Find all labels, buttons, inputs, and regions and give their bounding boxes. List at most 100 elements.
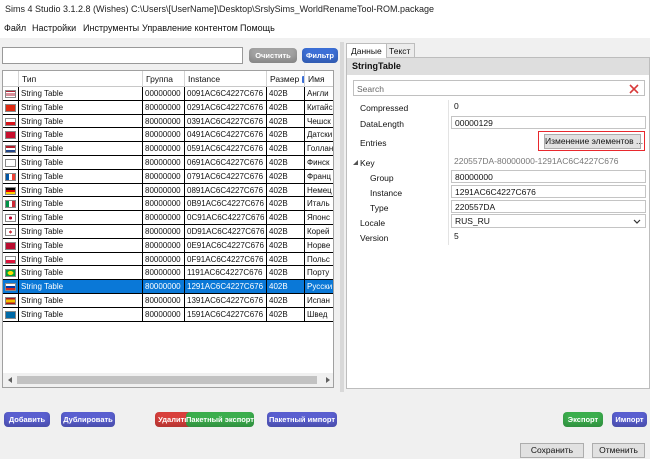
table-row[interactable]: String Table 80000000 1391AC6C4227C676 402B… [3,294,333,308]
flag-cell [3,128,19,143]
table-row[interactable]: String Table 80000000 0691AC6C4227C676 402B… [3,156,333,170]
table-row[interactable]: String Table 80000000 0291AC6C4227C676 402B… [3,100,333,115]
menu-tools[interactable]: Инструменты [83,23,139,33]
version-value[interactable]: 5 [451,230,459,243]
compressed-label: Compressed [360,103,409,113]
edit-entries-button[interactable]: Изменение элементов ... [544,134,643,149]
cell-size: 402B [267,114,305,129]
flag-icon-us [5,90,16,98]
cell-instance: 1591AC6C4227C676 [185,307,267,322]
cell-instance: 0491AC6C4227C676 [185,128,267,143]
flag-cell [3,169,19,184]
table-row[interactable]: String Table 80000000 0391AC6C4227C676 402B… [3,114,333,129]
property-search-input[interactable]: Search [353,80,645,96]
batch-import-button[interactable]: Пакетный импорт [267,412,337,427]
resource-table: Тип Группа Instance Размер Имя String Ta… [2,70,334,388]
cell-instance: 1291AC6C4227C676 [185,280,267,294]
locale-select[interactable]: RUS_RU [451,214,646,228]
version-label: Version [360,233,389,243]
menu-content-management[interactable]: Управление контентом [142,23,238,33]
compressed-value[interactable]: 0 [451,100,459,113]
column-header-size[interactable]: Размер [267,71,305,87]
batch-export-button[interactable]: Пакетный экспорт [186,412,254,427]
key-label: Key [360,158,375,168]
property-column-divider [448,100,449,245]
cell-size: 402B [267,128,305,143]
cell-instance: 0091AC6C4227C676 [185,87,267,101]
datalength-value[interactable]: 00000129 [451,116,646,129]
column-header-name[interactable]: Имя [305,71,333,87]
filter-button[interactable]: Фильтр [302,48,338,63]
cell-name: Китайс [305,101,333,115]
group-value[interactable]: 80000000 [451,170,646,183]
cell-group: 80000000 [143,114,185,129]
window-title: Sims 4 Studio 3.1.2.8 (Wishes) C:\Users\… [5,4,434,14]
clear-search-icon[interactable] [628,83,640,95]
instance-value[interactable]: 1291AC6C4227C676 [451,185,646,198]
cell-type: String Table [19,238,143,253]
column-header-type[interactable]: Тип [19,71,143,87]
cell-size: 402B [267,156,305,170]
table-row[interactable]: String Table 80000000 0B91AC6C4227C676 402B… [3,197,333,212]
column-header-flag [3,71,19,87]
column-header-instance[interactable]: Instance [185,71,267,87]
key-collapse-icon[interactable] [352,159,359,166]
table-row[interactable]: String Table 80000000 0791AC6C4227C676 402B… [3,169,333,184]
horizontal-scrollbar[interactable] [3,373,333,387]
column-header-group[interactable]: Группа [143,71,185,87]
cell-type: String Table [19,156,143,170]
save-button[interactable]: Сохранить [520,443,584,458]
filter-input[interactable] [2,47,243,64]
flag-cell [3,183,19,198]
clear-filter-button[interactable]: Очистить [249,48,297,63]
cell-type: String Table [19,211,143,225]
cell-size: 402B [267,238,305,253]
table-row[interactable]: String Table 80000000 0891AC6C4227C676 402B… [3,183,333,198]
add-button[interactable]: Добавить [4,412,50,427]
cell-type: String Table [19,294,143,308]
cell-group: 80000000 [143,225,185,239]
table-row[interactable]: String Table 80000000 0C91AC6C4227C676 402B… [3,211,333,225]
table-row[interactable]: String Table 80000000 0E91AC6C4227C676 402B… [3,238,333,253]
flag-icon-ru [5,283,16,292]
cell-name: Датски [305,128,333,143]
cell-name: Порту [305,266,333,281]
duplicate-button[interactable]: Дублировать [61,412,115,427]
export-button[interactable]: Экспорт [563,412,603,427]
cell-group: 80000000 [143,169,185,184]
table-row[interactable]: String Table 80000000 0491AC6C4227C676 402B… [3,128,333,143]
menu-settings[interactable]: Настройки [32,23,76,33]
cell-name: Чешск [305,115,333,129]
datalength-label: DataLength [360,119,404,129]
table-row[interactable]: String Table 80000000 0F91AC6C4227C676 402B… [3,252,333,267]
flag-icon-it [5,200,16,209]
cancel-button[interactable]: Отменить [592,443,645,458]
type-label: Type [370,203,389,213]
flag-cell [3,280,19,294]
cell-size: 402B [267,294,305,308]
import-button[interactable]: Импорт [612,412,647,427]
menu-file[interactable]: Файл [4,23,26,33]
flag-icon-kr [5,228,16,236]
table-row[interactable]: String Table 80000000 1591AC6C4227C676 402B… [3,307,333,322]
key-value: 220557DA-80000000-1291AC6C4227C676 [454,156,619,166]
menu-help[interactable]: Помощь [240,23,275,33]
horizontal-scrollbar-graphic [3,373,333,387]
cell-size: 402B [267,266,305,281]
type-value[interactable]: 220557DA [451,200,646,213]
cell-group: 80000000 [143,128,185,143]
table-row[interactable]: String Table 80000000 0591AC6C4227C676 402B… [3,142,333,156]
table-row[interactable]: String Table 80000000 1291AC6C4227C676 402B… [3,280,333,294]
table-row[interactable]: String Table 80000000 0D91AC6C4227C676 402B… [3,225,333,239]
tab-data[interactable]: Данные [346,43,387,58]
flag-cell [3,252,19,267]
table-row[interactable]: String Table 80000000 1191AC6C4227C676 402B… [3,266,333,281]
flag-icon-nl [5,145,16,154]
cell-type: String Table [19,266,143,281]
tab-text[interactable]: Текст [384,43,416,58]
flag-cell [3,100,19,115]
table-row[interactable]: String Table 00000000 0091AC6C4227C676 402B… [3,87,333,101]
panel-splitter[interactable] [340,42,344,392]
cell-group: 80000000 [143,280,185,294]
cell-name: Польс [305,253,333,267]
